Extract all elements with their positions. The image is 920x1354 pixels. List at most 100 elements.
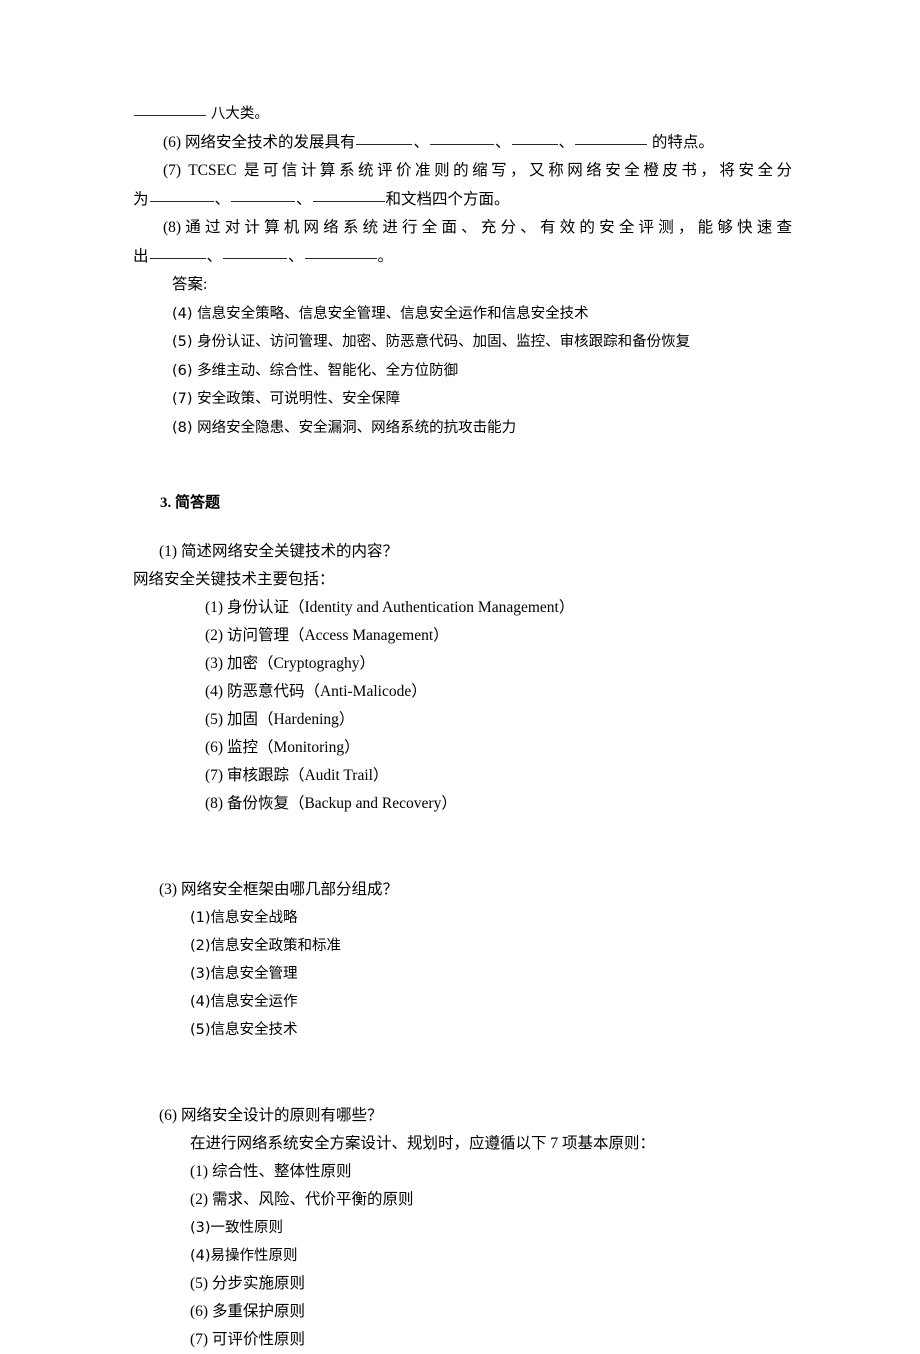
item-6-sep-2: 、 bbox=[494, 133, 511, 151]
answer-row: (6) 多维主动、综合性、智能化、全方位防御 bbox=[133, 357, 792, 386]
list-item-text: 易操作性原则 bbox=[210, 1248, 298, 1264]
blank-line bbox=[223, 245, 288, 259]
fill-blank-item-8-line1: (8)通过对计算机网络系统进行全面、充分、有效的安全评测，能够快速查 bbox=[133, 214, 792, 243]
list-item-number: (1) bbox=[190, 910, 211, 926]
list-item-text: 多重保护原则 bbox=[211, 1303, 305, 1320]
answer-text: 安全政策、可说明性、安全保障 bbox=[197, 391, 401, 407]
list-item: (4) 防恶意代码（Anti-Malicode） bbox=[133, 678, 792, 706]
list-item-number: (3) bbox=[190, 1220, 211, 1236]
question-6-intro: 在进行网络系统安全方案设计、规划时，应遵循以下 7 项基本原则： bbox=[190, 1135, 656, 1152]
list-item: (5)信息安全技术 bbox=[133, 1016, 792, 1044]
answer-number: (8) bbox=[172, 419, 193, 436]
answers-label: 答案: bbox=[172, 276, 208, 293]
answer-text: 信息安全策略、信息安全管理、信息安全运作和信息安全技术 bbox=[197, 305, 589, 322]
list-item-number: (8) bbox=[205, 795, 224, 812]
list-item-number: (7) bbox=[205, 767, 224, 784]
list-item-text: 一致性原则 bbox=[210, 1220, 284, 1236]
item-8-lead: 出 bbox=[133, 247, 149, 265]
list-item: (3) 加密（Cryptograghy） bbox=[133, 650, 792, 678]
section-heading-3: 3. 简答题 bbox=[160, 495, 221, 511]
list-item-text: 可评价性原则 bbox=[211, 1331, 305, 1348]
list-item: (4)信息安全运作 bbox=[133, 988, 792, 1016]
list-item-text: 监控（Monitoring） bbox=[226, 739, 360, 756]
list-item-number: (4) bbox=[190, 1248, 211, 1264]
blank-line bbox=[149, 188, 214, 202]
list-item: (3)信息安全管理 bbox=[133, 960, 792, 988]
list-item-text: 信息安全政策和标准 bbox=[210, 938, 342, 954]
answer-row: (5) 身份认证、访问管理、加密、防恶意代码、加固、监控、审核跟踪和备份恢复 bbox=[133, 328, 792, 357]
question-1: (1) 简述网络安全关键技术的内容？ 网络安全关键技术主要包括： (1) 身份认… bbox=[133, 538, 792, 818]
document-page: 八大类。 (6) 网络安全技术的发展具有 、 、 、 的特点。 (7) TCSEC 是… bbox=[0, 0, 920, 1348]
list-item: (5) 加固（Hardening） bbox=[133, 706, 792, 734]
blank-line bbox=[356, 131, 413, 145]
answer-number: (6) bbox=[172, 362, 193, 379]
list-item-number: (4) bbox=[205, 683, 224, 700]
list-item-number: (6) bbox=[190, 1303, 209, 1320]
item-6-sep-3: 、 bbox=[558, 133, 575, 151]
blank-line bbox=[429, 131, 494, 145]
list-item-number: (3) bbox=[190, 966, 211, 982]
list-item-number: (1) bbox=[190, 1163, 209, 1180]
list-item: (1) 身份认证（Identity and Authentication Man… bbox=[133, 594, 792, 622]
answer-text: 网络安全隐患、安全漏洞、网络系统的抗攻击能力 bbox=[197, 419, 517, 436]
question-1-title: (1) 简述网络安全关键技术的内容？ bbox=[159, 543, 398, 560]
question-3-title: (3) 网络安全框架由哪几部分组成？ bbox=[159, 881, 398, 898]
fill-blank-item-7-line2: 为、、和文档四个方面。 bbox=[133, 186, 792, 215]
list-item: (2) 需求、风险、代价平衡的原则 bbox=[133, 1186, 792, 1214]
list-item-number: (2) bbox=[190, 1191, 209, 1208]
list-item-number: (7) bbox=[190, 1331, 209, 1348]
list-item-text: 信息安全战略 bbox=[210, 910, 298, 926]
list-item-number: (6) bbox=[205, 739, 224, 756]
top-fragment-text: 八大类。 bbox=[210, 106, 269, 122]
list-item-text: 信息安全运作 bbox=[210, 994, 298, 1010]
question-1-intro: 网络安全关键技术主要包括： bbox=[133, 571, 335, 588]
fill-blank-item-8-line2: 出、、。 bbox=[133, 243, 792, 272]
list-item: (4)易操作性原则 bbox=[133, 1242, 792, 1270]
answer-number: (5) bbox=[172, 334, 193, 350]
list-item-number: (5) bbox=[190, 1275, 209, 1292]
answer-number: (7) bbox=[172, 391, 193, 407]
list-item: (2) 访问管理（Access Management） bbox=[133, 622, 792, 650]
blank-line bbox=[231, 188, 296, 202]
item-6-number: (6) bbox=[163, 133, 182, 151]
list-item-number: (2) bbox=[190, 938, 211, 954]
list-item: (7) 审核跟踪（Audit Trail） bbox=[133, 762, 792, 790]
fill-blank-top-fragment: 八大类。 bbox=[133, 100, 792, 129]
list-item-text: 备份恢复（Backup and Recovery） bbox=[226, 795, 457, 812]
item-6-sep-1: 、 bbox=[413, 133, 429, 151]
list-item-text: 审核跟踪（Audit Trail） bbox=[226, 767, 389, 784]
list-item-text: 访问管理（Access Management） bbox=[226, 627, 449, 644]
list-item: (7) 可评价性原则 bbox=[133, 1326, 792, 1354]
list-item: (1) 综合性、整体性原则 bbox=[133, 1158, 792, 1186]
fill-blank-item-6: (6) 网络安全技术的发展具有 、 、 、 的特点。 bbox=[133, 129, 792, 158]
blank-line bbox=[575, 131, 648, 145]
fill-in-blank-section: 八大类。 (6) 网络安全技术的发展具有 、 、 、 的特点。 (7) TCSEC 是… bbox=[133, 100, 792, 271]
list-item: (5) 分步实施原则 bbox=[133, 1270, 792, 1298]
fill-blank-item-7-line1: (7) TCSEC 是可信计算系统评价准则的缩写，又称网络安全橙皮书，将安全分 bbox=[133, 157, 792, 186]
answer-row: (7) 安全政策、可说明性、安全保障 bbox=[133, 385, 792, 414]
list-item-number: (3) bbox=[205, 655, 224, 672]
question-3: (3) 网络安全框架由哪几部分组成？ (1)信息安全战略 (2)信息安全政策和标… bbox=[133, 876, 792, 1044]
answer-row: (4) 信息安全策略、信息安全管理、信息安全运作和信息安全技术 bbox=[133, 300, 792, 329]
list-item-text: 信息安全技术 bbox=[210, 1022, 298, 1038]
item-7-line1-text: (7) TCSEC 是可信计算系统评价准则的缩写，又称网络安全橙皮书，将安全分 bbox=[163, 162, 792, 179]
list-item-text: 加密（Cryptograghy） bbox=[226, 655, 376, 672]
answers-section: 答案: (4) 信息安全策略、信息安全管理、信息安全运作和信息安全技术 (5) … bbox=[133, 271, 792, 442]
list-item-text: 身份认证（Identity and Authentication Managem… bbox=[226, 599, 575, 616]
list-item: (6) 监控（Monitoring） bbox=[133, 734, 792, 762]
answer-text: 身份认证、访问管理、加密、防恶意代码、加固、监控、审核跟踪和备份恢复 bbox=[197, 334, 691, 350]
blank-line bbox=[304, 245, 377, 259]
item-7-lead: 为 bbox=[133, 190, 149, 208]
list-item: (1)信息安全战略 bbox=[133, 904, 792, 932]
list-item-text: 信息安全管理 bbox=[210, 966, 298, 982]
item-8-tail: 。 bbox=[377, 247, 394, 265]
item-6-text-b: 的特点。 bbox=[651, 133, 714, 151]
answer-number: (4) bbox=[172, 305, 193, 322]
answer-row: (8) 网络安全隐患、安全漏洞、网络系统的抗攻击能力 bbox=[133, 414, 792, 443]
list-item: (8) 备份恢复（Backup and Recovery） bbox=[133, 790, 792, 818]
list-item-text: 防恶意代码（Anti-Malicode） bbox=[226, 683, 427, 700]
list-item: (3)一致性原则 bbox=[133, 1214, 792, 1242]
list-item: (6) 多重保护原则 bbox=[133, 1298, 792, 1326]
